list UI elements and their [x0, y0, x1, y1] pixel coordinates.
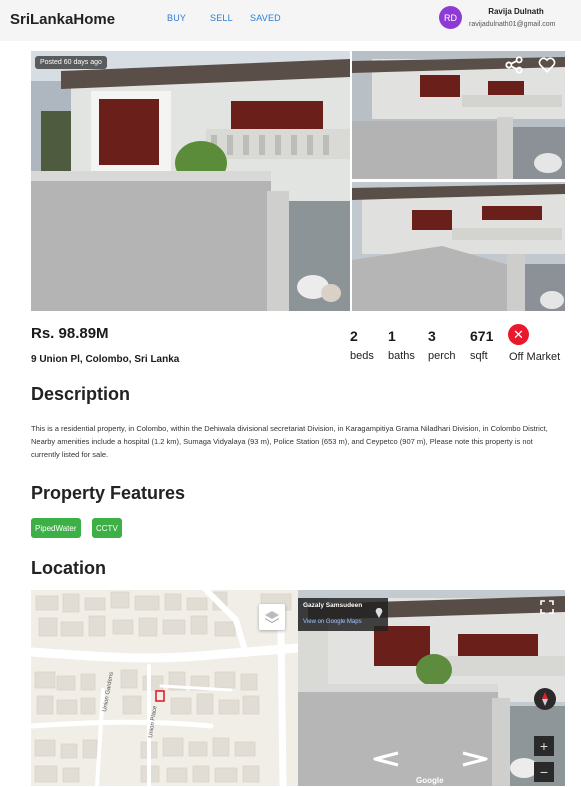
- listing-address: 9 Union Pl, Colombo, Sri Lanka: [31, 354, 180, 365]
- listing-price: Rs. 98.89M: [31, 325, 109, 342]
- favorite-button[interactable]: [538, 56, 556, 74]
- fullscreen-button[interactable]: [538, 598, 556, 616]
- posted-date-badge: Posted 60 days ago: [35, 56, 107, 69]
- perch-count: 3: [428, 328, 436, 344]
- compass-control[interactable]: [534, 688, 556, 710]
- map-pin-icon: [375, 607, 383, 618]
- top-navigation-bar: SriLankaHome BUY SELL SAVED RD Ravija Du…: [0, 0, 581, 41]
- beds-count: 2: [350, 328, 358, 344]
- pan-right-arrow[interactable]: [461, 750, 489, 768]
- user-avatar[interactable]: RD: [439, 6, 462, 29]
- off-market-label: Off Market: [509, 351, 561, 363]
- street-view-place-name: Gazaly Samsudeen: [303, 602, 363, 609]
- google-watermark: Google: [416, 776, 444, 785]
- description-text: This is a residential property, in Colom…: [31, 424, 548, 459]
- baths-label: baths: [388, 350, 415, 362]
- perch-label: perch: [428, 350, 456, 362]
- description-heading: Description: [31, 384, 131, 404]
- sqft-count: 671: [470, 328, 494, 344]
- baths-count: 1: [388, 328, 396, 344]
- map-tiles: Union Gardens Union Place: [31, 590, 298, 786]
- heart-icon: [538, 57, 556, 73]
- user-name: Ravija Dulnath: [488, 7, 544, 16]
- house-side-photo: [352, 51, 565, 179]
- brand-logo[interactable]: SriLankaHome: [10, 11, 115, 28]
- house-front-photo: [31, 51, 350, 311]
- view-on-google-maps-link[interactable]: View on Google Maps: [303, 619, 362, 625]
- property-features-heading: Property Features: [31, 483, 186, 503]
- map-layers-button[interactable]: [259, 604, 285, 630]
- feature-tag-cctv: CCTV: [92, 518, 122, 538]
- zoom-in-button[interactable]: +: [534, 736, 554, 756]
- street-view-panel[interactable]: Gazaly Samsudeen View on Google Maps + −…: [298, 590, 565, 786]
- feature-tag-piped-water: PipedWater: [31, 518, 81, 538]
- compass-icon: [542, 692, 548, 706]
- layers-icon: [265, 611, 279, 623]
- street-view-info-card: Gazaly Samsudeen View on Google Maps: [298, 598, 388, 631]
- side-property-photo-1[interactable]: [352, 51, 565, 179]
- side-property-photo-2[interactable]: [352, 182, 565, 311]
- nav-saved-link[interactable]: SAVED: [250, 13, 281, 23]
- main-property-photo[interactable]: Posted 60 days ago: [31, 51, 350, 311]
- share-icon: [505, 56, 523, 74]
- beds-label: beds: [350, 350, 374, 362]
- sqft-label: sqft: [470, 350, 488, 362]
- share-button[interactable]: [505, 56, 523, 74]
- zoom-out-button[interactable]: −: [534, 762, 554, 782]
- nav-sell-link[interactable]: SELL: [210, 13, 233, 23]
- nav-buy-link[interactable]: BUY: [167, 13, 186, 23]
- house-angle-photo: [352, 182, 565, 311]
- photo-gallery: Posted 60 days ago: [31, 51, 565, 311]
- user-email: ravijadulnath01@gmail.com: [469, 21, 556, 28]
- close-icon: ✕: [508, 324, 529, 345]
- pan-left-arrow[interactable]: [372, 750, 400, 768]
- location-map[interactable]: Union Gardens Union Place: [31, 590, 298, 786]
- location-heading: Location: [31, 558, 106, 578]
- fullscreen-icon: [540, 600, 554, 614]
